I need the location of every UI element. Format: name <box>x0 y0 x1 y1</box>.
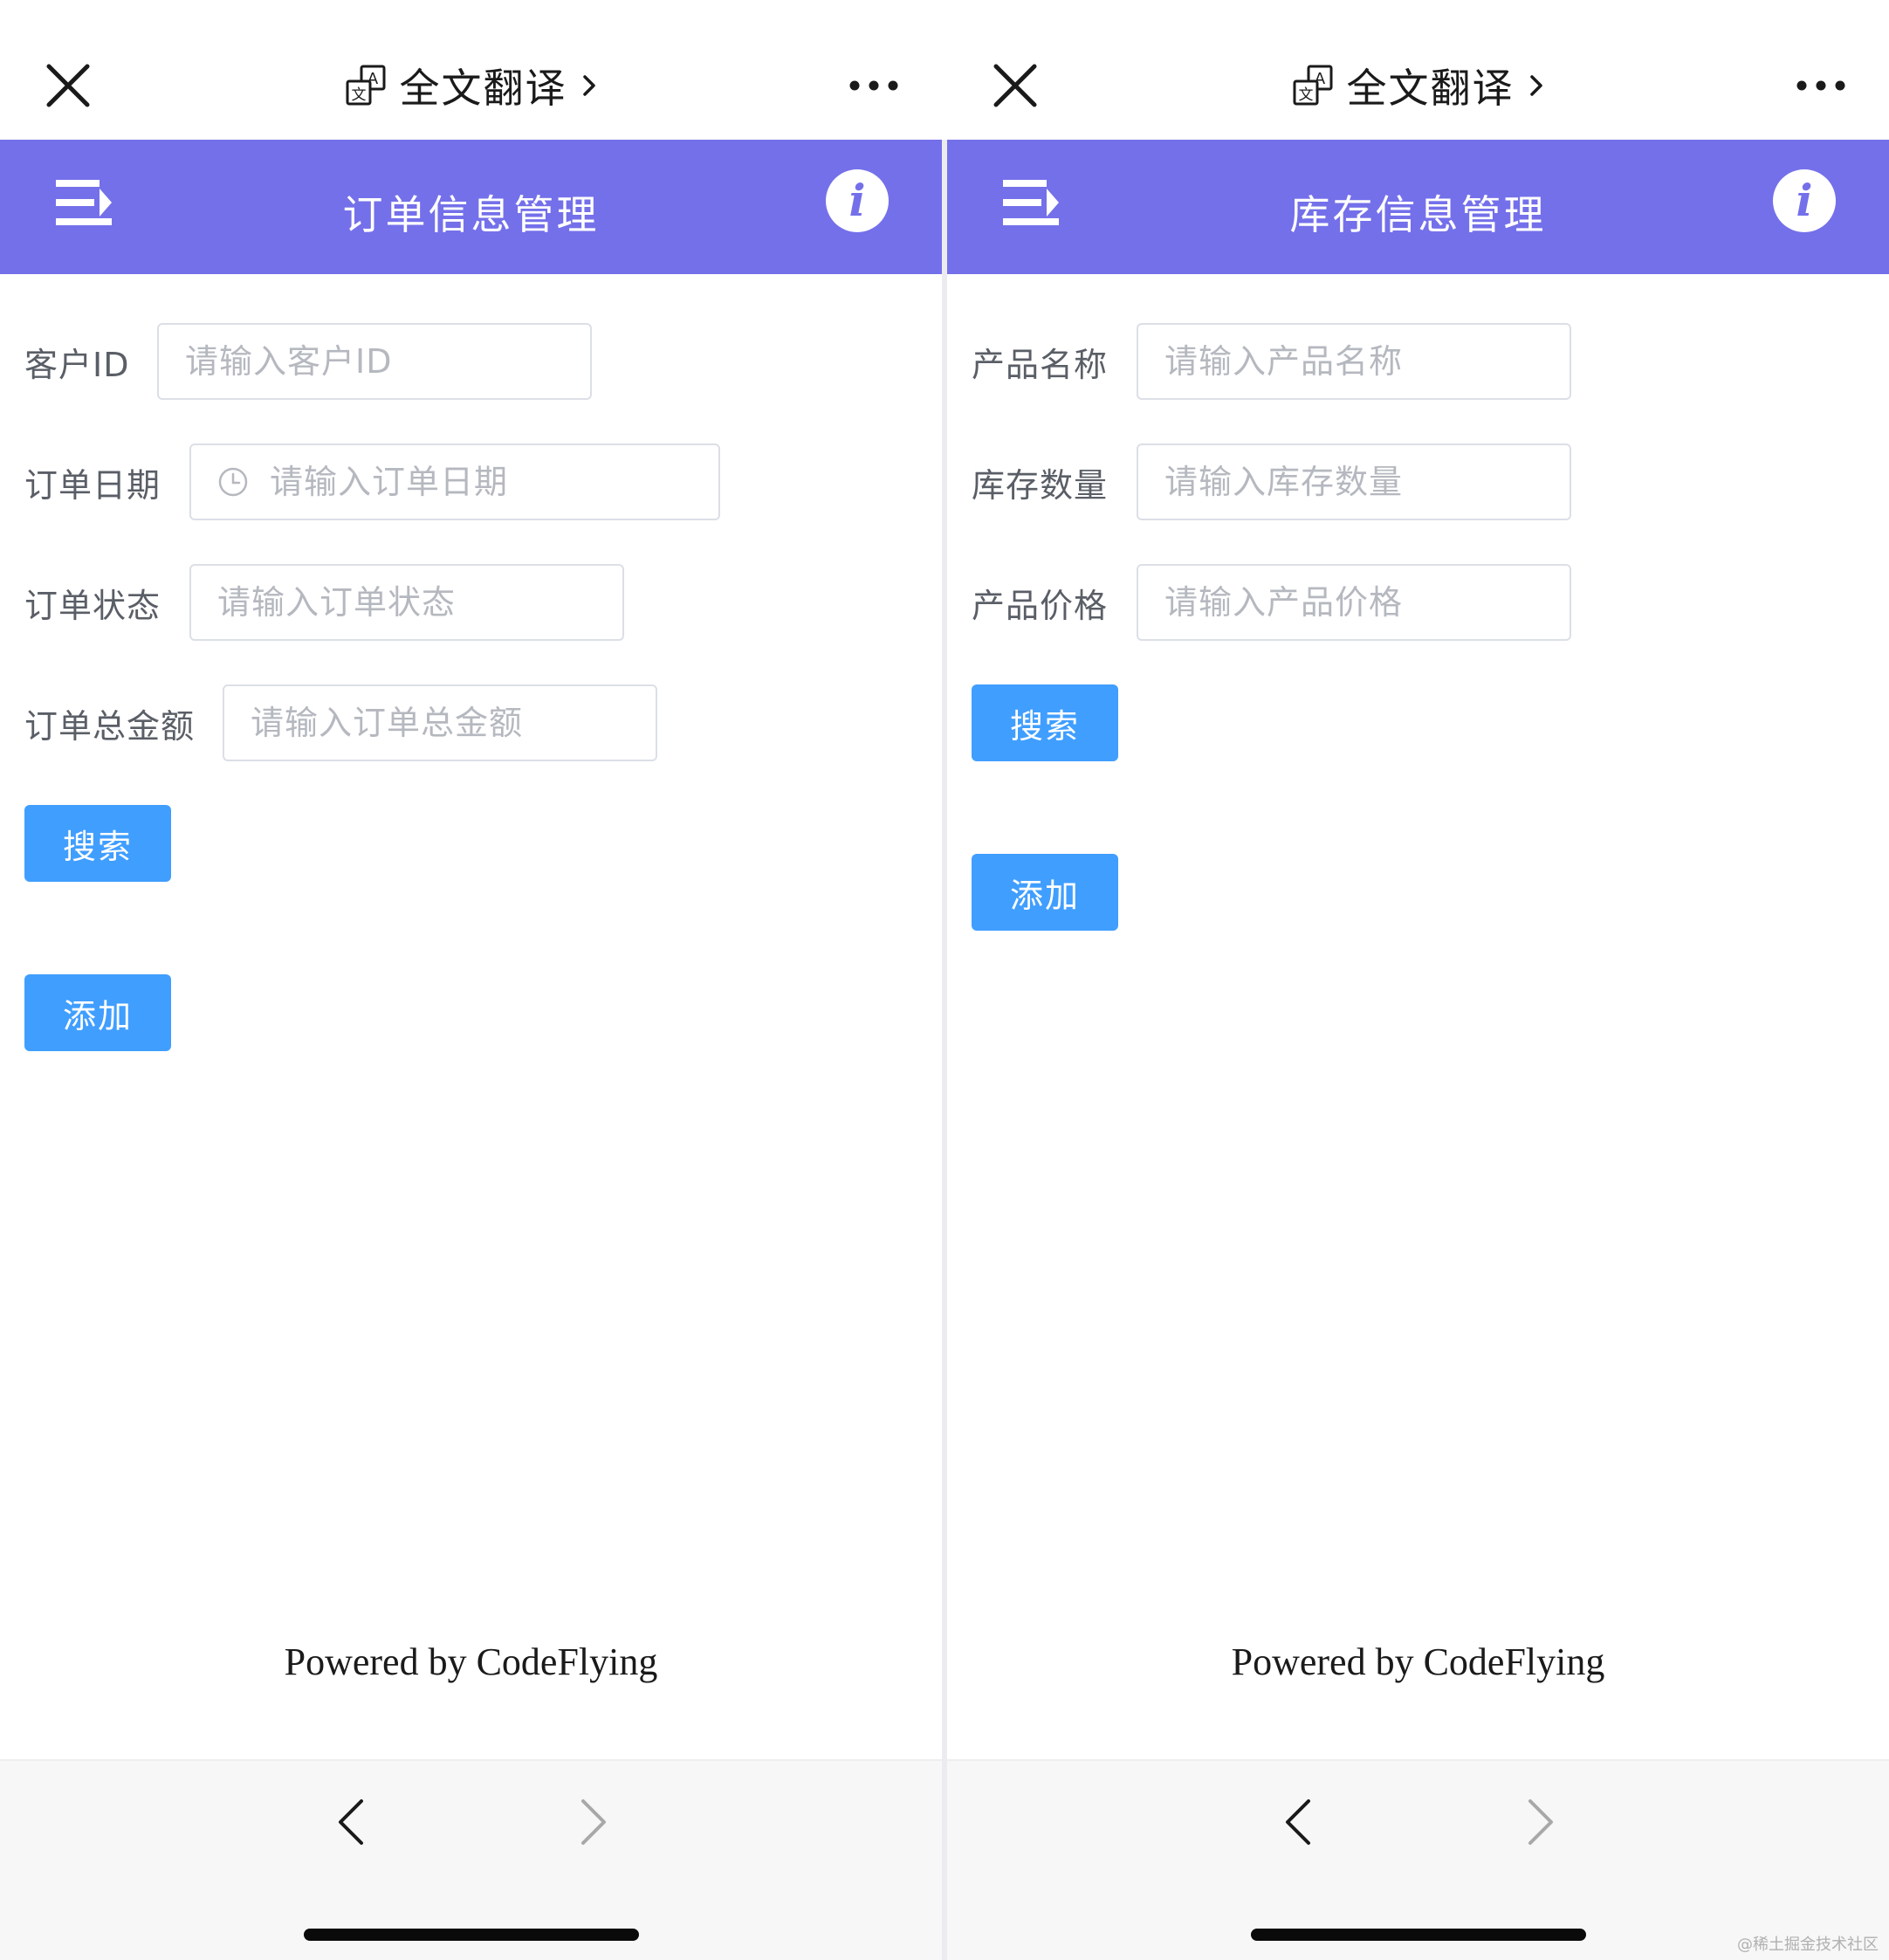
product-name-input[interactable] <box>1164 342 1570 381</box>
powered-by-footer: Powered by CodeFlying <box>284 1640 658 1683</box>
product-name-field[interactable] <box>1137 323 1571 400</box>
add-button[interactable]: 添加 <box>24 974 171 1051</box>
more-dots-icon[interactable] <box>1796 77 1845 94</box>
svg-text:文: 文 <box>351 86 366 104</box>
order-total-label: 订单总金额 <box>24 706 196 746</box>
product-name-label: 产品名称 <box>972 345 1109 384</box>
full-text-translate-button[interactable]: A 文 全文翻译 <box>947 59 1889 112</box>
chevron-right-icon <box>1529 75 1542 96</box>
customer-id-row: 客户ID <box>24 323 129 400</box>
full-text-translate-button[interactable]: A 文 全文翻译 <box>0 59 942 112</box>
app-header: 订单信息管理 i <box>0 140 942 274</box>
customer-id-label: 客户ID <box>24 345 130 384</box>
svg-text:i: i <box>849 175 866 226</box>
svg-text:i: i <box>1796 175 1813 226</box>
back-arrow-icon[interactable] <box>1281 1798 1315 1847</box>
stock-quantity-row: 库存数量 <box>972 444 1108 520</box>
stage: A 文 全文翻译 订单信息管理 i 客户ID 请输入客户ID 订单日期 请输入订… <box>0 0 1889 1960</box>
customer-id-input[interactable] <box>185 342 590 381</box>
watermark: @稀土掘金技术社区 <box>1737 1936 1879 1954</box>
order-total-field[interactable] <box>223 684 657 761</box>
app-header: 库存信息管理 i <box>947 140 1889 274</box>
browser-bottom-nav <box>0 1759 942 1960</box>
product-price-field[interactable] <box>1137 564 1571 641</box>
order-total-input[interactable] <box>251 704 656 742</box>
browser-topbar: A 文 全文翻译 <box>947 0 1889 140</box>
chevron-right-icon <box>582 75 595 96</box>
order-date-label: 订单日期 <box>24 465 161 505</box>
product-price-input[interactable] <box>1164 583 1570 622</box>
order-status-input[interactable] <box>217 583 622 622</box>
product-price-row: 产品价格 <box>972 564 1108 641</box>
search-button[interactable]: 搜索 <box>972 684 1118 761</box>
back-arrow-icon[interactable] <box>333 1798 368 1847</box>
more-dots-icon[interactable] <box>849 77 898 94</box>
powered-by-footer: Powered by CodeFlying <box>1231 1640 1605 1683</box>
inventory-screen: A 文 全文翻译 库存信息管理 i 产品名称 请输入产品名称 库存数量 请输入库… <box>947 0 1889 1960</box>
order-total-row: 订单总金额 <box>24 684 195 761</box>
info-icon[interactable]: i <box>1772 168 1837 233</box>
orders-screen: A 文 全文翻译 订单信息管理 i 客户ID 请输入客户ID 订单日期 请输入订… <box>0 0 942 1960</box>
stock-quantity-label: 库存数量 <box>972 465 1109 505</box>
forward-arrow-icon[interactable] <box>1523 1798 1558 1847</box>
home-indicator <box>304 1929 639 1941</box>
translate-icon: A 文 <box>1293 65 1332 106</box>
add-button[interactable]: 添加 <box>972 854 1118 931</box>
translate-icon: A 文 <box>346 65 385 106</box>
order-date-row: 订单日期 <box>24 444 161 520</box>
clock-icon <box>218 467 248 497</box>
translate-label: 全文翻译 <box>1346 65 1515 112</box>
order-status-field[interactable] <box>189 564 624 641</box>
order-status-label: 订单状态 <box>24 586 161 625</box>
home-indicator <box>1251 1929 1586 1941</box>
order-status-row: 订单状态 <box>24 564 161 641</box>
page-title: 库存信息管理 <box>1289 191 1547 238</box>
page-title: 订单信息管理 <box>342 191 600 238</box>
svg-text:文: 文 <box>1298 86 1313 104</box>
translate-label: 全文翻译 <box>399 65 567 112</box>
browser-bottom-nav: @稀土掘金技术社区 <box>947 1759 1889 1960</box>
stock-quantity-field[interactable] <box>1137 444 1571 520</box>
order-date-field[interactable] <box>189 444 720 520</box>
product-name-row: 产品名称 <box>972 323 1108 400</box>
customer-id-field[interactable] <box>157 323 592 400</box>
forward-arrow-icon[interactable] <box>576 1798 611 1847</box>
product-price-label: 产品价格 <box>972 586 1109 625</box>
browser-topbar: A 文 全文翻译 <box>0 0 942 140</box>
order-date-input[interactable] <box>270 463 718 501</box>
stock-quantity-input[interactable] <box>1164 463 1570 501</box>
info-icon[interactable]: i <box>825 168 890 233</box>
search-button[interactable]: 搜索 <box>24 805 171 882</box>
